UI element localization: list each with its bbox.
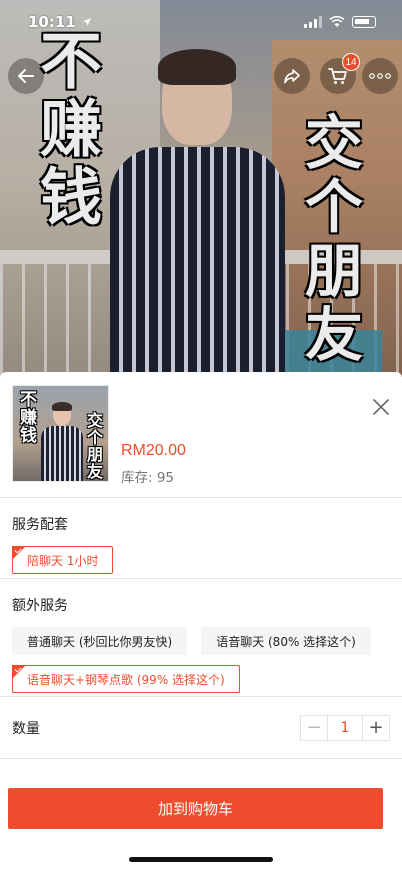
product-stock: 库存: 95 [121,470,175,486]
option-voice-chat[interactable]: 语音聊天 (80% 选择这个) [201,627,371,655]
status-bar: 10:11 [0,0,402,44]
more-dots-icon [369,73,391,79]
cellular-signal-icon [304,16,322,28]
add-to-cart-button[interactable]: 加到购物车 [8,788,383,829]
section-title-service-package: 服务配套 [12,517,68,533]
thumbnail-person [41,402,83,481]
share-icon [284,69,300,84]
section-title-extra-service: 额外服务 [12,598,68,614]
close-button[interactable] [370,396,392,418]
variation-sheet: 不赚钱 交个朋友 RM20.00 库存: 95 服务配套 陪聊天 1小时 额外服… [0,372,402,870]
sheet-header: 不赚钱 交个朋友 RM20.00 库存: 95 [0,372,402,498]
option-normal-chat[interactable]: 普通聊天 (秒回比你男友快) [12,627,188,655]
close-icon [373,399,389,415]
quantity-stepper: − 1 + [300,714,390,741]
product-thumbnail[interactable]: 不赚钱 交个朋友 [12,385,109,482]
option-chat-1-hour[interactable]: 陪聊天 1小时 [12,546,114,574]
service-package-section: 服务配套 陪聊天 1小时 [0,498,402,579]
quantity-row: 数量 − 1 + [0,697,402,759]
location-arrow-icon [82,18,91,26]
sheet-backdrop[interactable] [0,0,402,380]
battery-icon [352,16,376,28]
share-button[interactable] [274,58,310,94]
thumbnail-hair [52,402,72,411]
back-button[interactable] [8,58,44,94]
thumbnail-caption-left: 不赚钱 [16,390,36,444]
cart-button[interactable]: 14 [320,53,360,94]
thumbnail-caption-right: 交个朋友 [84,412,103,480]
wifi-icon [329,16,345,27]
quantity-label: 数量 [12,720,40,737]
arrow-left-icon [18,69,34,83]
home-indicator[interactable] [129,857,273,862]
product-price: RM20.00 [121,442,186,459]
status-time: 10:11 [28,13,76,31]
increase-quantity-button[interactable]: + [363,716,389,740]
extra-service-section: 额外服务 普通聊天 (秒回比你男友快) 语音聊天 (80% 选择这个) 语音聊天… [0,579,402,697]
option-voice-chat-piano[interactable]: 语音聊天+钢琴点歌 (99% 选择这个) [12,665,240,693]
thumbnail-shirt [41,426,83,481]
cart-count-badge: 14 [342,53,360,71]
decrease-quantity-button[interactable]: − [301,716,327,740]
extra-service-options: 普通聊天 (秒回比你男友快) 语音聊天 (80% 选择这个) 语音聊天+钢琴点歌… [12,615,390,709]
quantity-input[interactable]: 1 [327,715,363,740]
more-button[interactable] [362,58,398,94]
